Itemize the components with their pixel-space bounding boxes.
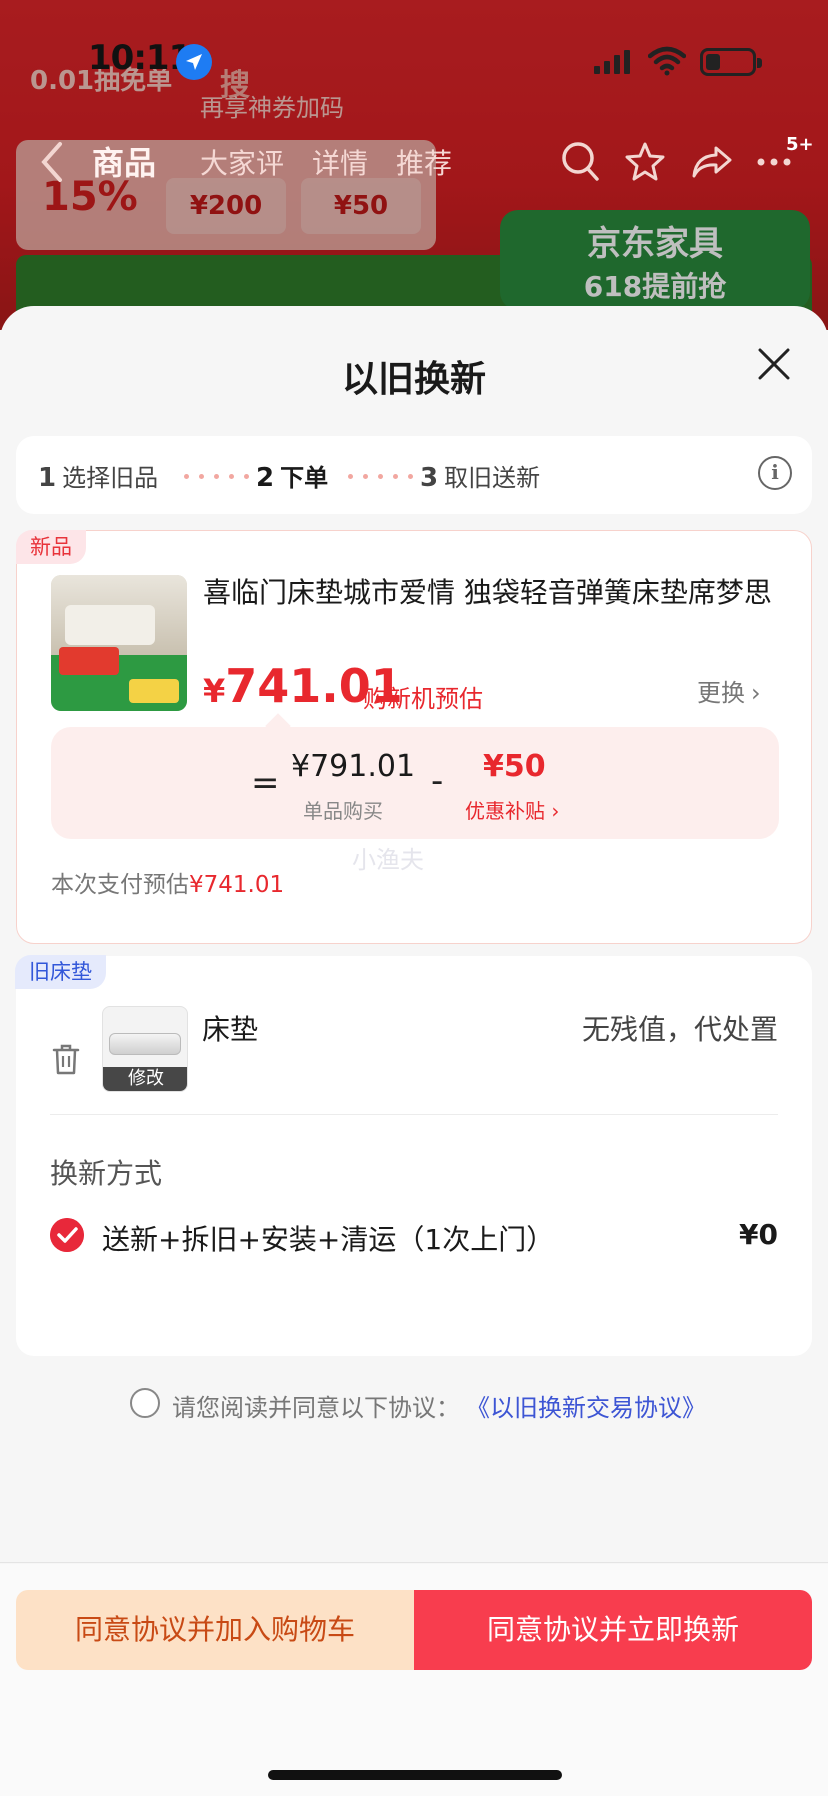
back-arrow-icon[interactable] [38,140,66,184]
new-item-thumbnail[interactable] [51,575,187,711]
sheet-title: 以旧换新 [341,359,486,400]
pay-estimate-value: ¥741.01 [189,872,285,898]
action-bar: 同意协议并加入购物车 同意协议并立即换新 [0,1564,828,1796]
new-item-title[interactable]: 喜临门床垫城市爱情 独袋轻音弹簧床垫席梦思 [203,571,783,611]
add-to-cart-button[interactable]: 同意协议并加入购物车 [16,1590,414,1670]
more-badge: 5+ [786,134,814,155]
step-dots-1 [184,474,249,479]
step-2-label: 下单 [280,464,329,492]
method-option-price: ¥0 [739,1218,778,1251]
exchange-now-button[interactable]: 同意协议并立即换新 [414,1590,812,1670]
swap-label: 更换 [697,679,745,707]
favorite-star-icon[interactable] [624,140,666,184]
background-product-page: 0.01抽免单 搜 再享神券加码 15% ¥200 ¥50 京东家具 618提前… [0,0,828,330]
pay-estimate: 本次支付预估¥741.01 [51,865,284,899]
checked-circle-icon[interactable] [50,1218,84,1252]
agreement-text: 请您阅读并同意以下协议： [172,1394,460,1422]
watermark: 小渔夫 [352,846,424,874]
step-1-label: 选择旧品 [62,464,159,492]
price-note: 购新机预估 [363,685,483,713]
old-item-card: 旧床垫 修改 床垫 无残值，代处置 换新方式 送新+拆旧+安装+清运（1次上门）… [15,955,812,1356]
pay-estimate-label: 本次支付预估 [51,872,189,898]
chevron-right-icon: › [751,679,761,707]
step-3-label: 取旧送新 [444,464,541,492]
wifi-icon [648,46,686,76]
new-item-card: 新品 喜临门床垫城市爱情 独袋轻音弹簧床垫席梦思 ¥741.01 购新机预估 更… [16,530,812,944]
method-title: 换新方式 [50,1157,163,1190]
old-item-name: 床垫 [202,1013,259,1046]
trade-in-sheet: 以旧换新 1 选择旧品 2 下单 3 取旧送新 i 新品 喜临门床垫城市爱情 独袋轻音… [0,306,828,1796]
step-3: 3 取旧送新 [420,458,540,493]
tab-reviews[interactable]: 大家评 [200,142,284,182]
old-item-tag: 旧床垫 [15,955,106,989]
home-indicator [268,1770,562,1780]
tab-recommend[interactable]: 推荐 [396,142,452,182]
edit-old-item-button[interactable]: 修改 [103,1067,187,1091]
step-dots-2 [348,474,413,479]
steps-bar: 1 选择旧品 2 下单 3 取旧送新 i [16,436,812,514]
calc-equals: = [251,763,280,803]
agreement-link[interactable]: 《以旧换新交易协议》 [466,1388,706,1423]
mattress-image [109,1033,181,1055]
method-option-label[interactable]: 送新+拆旧+安装+清运（1次上门） [102,1218,554,1258]
info-icon[interactable]: i [758,456,792,490]
price-yen: ¥ [203,672,226,710]
location-arrow-icon [176,44,212,80]
single-price: ¥791.01 [291,749,416,784]
close-icon[interactable] [752,342,796,386]
price-calc-box: = ¥791.01 单品购买 - ¥50 优惠补贴 › [51,727,779,839]
step-3-num: 3 [420,463,439,493]
share-icon[interactable] [690,140,734,184]
subsidy-link[interactable]: 优惠补贴 › [465,795,559,824]
step-1: 1 选择旧品 [38,458,158,493]
step-1-num: 1 [38,463,57,493]
step-2-num: 2 [256,463,275,493]
step-2: 2 下单 [256,458,328,493]
new-item-tag: 新品 [16,530,86,564]
subsidy-amount: ¥50 [483,749,546,784]
signal-icon [594,50,630,74]
swap-button[interactable]: 更换 › [697,673,761,708]
agreement-radio[interactable] [130,1388,160,1418]
product-nav-bar: 商品 大家评 详情 推荐 5+ [0,130,828,200]
status-bar: 10:11 [0,0,828,120]
trash-icon[interactable] [52,1044,80,1076]
search-icon[interactable] [560,140,600,184]
tab-details[interactable]: 详情 [312,142,368,182]
tab-product[interactable]: 商品 [92,138,156,184]
divider [50,1114,778,1115]
old-item-thumbnail[interactable]: 修改 [102,1006,188,1092]
calc-minus: - [431,761,444,801]
old-item-value: 无残值，代处置 [581,1013,778,1046]
single-price-label: 单品购买 [303,799,383,823]
battery-icon [700,48,762,76]
more-icon[interactable] [756,156,792,168]
bottom-divider [0,1562,828,1563]
